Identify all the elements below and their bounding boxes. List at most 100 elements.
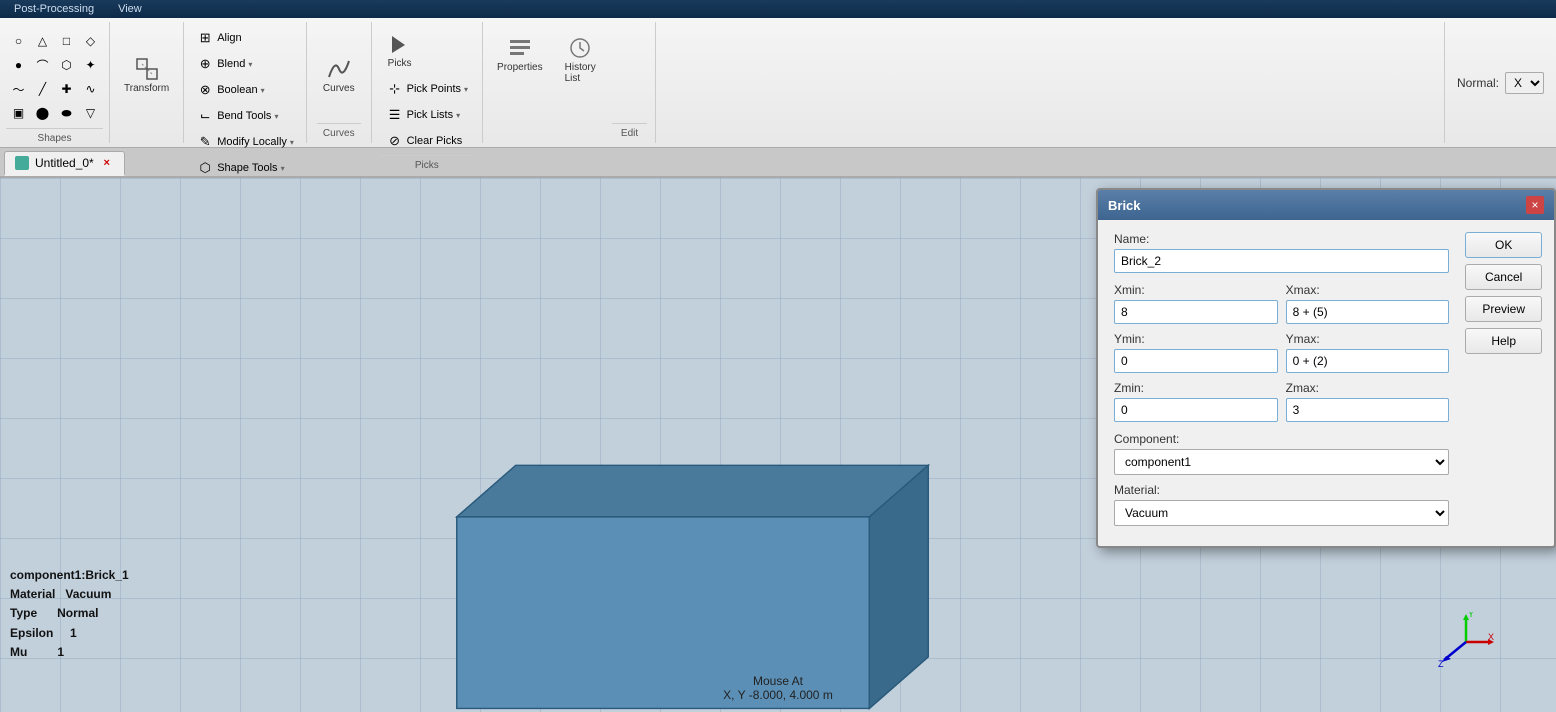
shape-icon-cone[interactable]: ▽	[80, 102, 102, 124]
dialog-titlebar: Brick ×	[1098, 190, 1554, 220]
zmin-group: Zmin:	[1114, 381, 1278, 422]
pick-points-row: ⊹ Pick Points ▾	[380, 77, 474, 101]
pick-points-icon: ⊹	[386, 80, 404, 98]
blend-button[interactable]: ⊕ Blend ▾	[190, 52, 258, 76]
ymin-group: Ymin:	[1114, 332, 1278, 373]
normal-axis-select[interactable]: X Y Z	[1505, 72, 1544, 94]
shape-icon-circle2[interactable]: ●	[8, 54, 30, 76]
pick-points-arrow: ▾	[464, 85, 468, 94]
shape-icon-poly[interactable]: ⬡	[56, 54, 78, 76]
shape-tools-button[interactable]: ⬡ Shape Tools ▾	[190, 156, 290, 180]
pick-points-label: Pick Points	[407, 83, 461, 95]
transform-group: Transform x	[110, 22, 184, 143]
tab-untitled[interactable]: Untitled_0* ×	[4, 151, 125, 176]
shape-icon-curve[interactable]: ∿	[80, 78, 102, 100]
shape-tools-label: Shape Tools	[217, 162, 277, 174]
cancel-button[interactable]: Cancel	[1465, 264, 1542, 290]
main-area: component1:Brick_1 Material Vacuum Type …	[0, 178, 1556, 712]
curves-icon	[325, 55, 353, 83]
ymax-input[interactable]	[1286, 349, 1450, 373]
pick-points-button[interactable]: ⊹ Pick Points ▾	[380, 77, 474, 101]
picks-icon-button[interactable]: Picks	[380, 26, 420, 73]
clear-picks-button[interactable]: ⊘ Clear Picks	[380, 129, 469, 153]
clear-picks-icon: ⊘	[386, 132, 404, 150]
properties-label: Properties	[497, 62, 543, 73]
menu-post-processing[interactable]: Post-Processing	[10, 1, 98, 17]
material-label: Material:	[1114, 483, 1449, 497]
shape-icon-circle[interactable]: ○	[8, 30, 30, 52]
shape-icon-line[interactable]: ╱	[32, 78, 54, 100]
history-list-icon	[566, 34, 594, 62]
pick-lists-label: Pick Lists	[407, 109, 453, 121]
ymin-input[interactable]	[1114, 349, 1278, 373]
shape-icon-cross[interactable]: ✚	[56, 78, 78, 100]
shape-icon-box[interactable]: ▣	[8, 102, 30, 124]
bend-tools-icon: ⌙	[196, 107, 214, 125]
brick-dialog[interactable]: Brick × Name: Xmin:	[1096, 188, 1556, 548]
zmax-group: Zmax:	[1286, 381, 1450, 422]
pick-lists-row: ☰ Pick Lists ▾	[380, 103, 474, 127]
material-select[interactable]: Vacuum	[1114, 500, 1449, 526]
clear-picks-label: Clear Picks	[407, 135, 463, 147]
dialog-actions: OK Cancel Preview Help	[1461, 220, 1554, 546]
curves-label: Curves	[323, 83, 355, 94]
preview-button[interactable]: Preview	[1465, 296, 1542, 322]
bend-tools-label: Bend Tools	[217, 110, 271, 122]
ymin-label: Ymin:	[1114, 332, 1278, 346]
shape-icon-rect[interactable]: □	[56, 30, 78, 52]
xmin-group: Xmin:	[1114, 283, 1278, 324]
modify-locally-icon: ✎	[196, 133, 214, 151]
tab-close-button[interactable]: ×	[100, 156, 114, 170]
viewport[interactable]: component1:Brick_1 Material Vacuum Type …	[0, 178, 1556, 712]
shape-icon-arc[interactable]: ⌒	[32, 54, 54, 76]
align-button[interactable]: ⊞ Align	[190, 26, 247, 50]
name-field-group: Name:	[1114, 232, 1449, 273]
name-input[interactable]	[1114, 249, 1449, 273]
bend-tools-dropdown-arrow: ▾	[274, 112, 278, 121]
align-icon: ⊞	[196, 29, 214, 47]
zmax-input[interactable]	[1286, 398, 1450, 422]
curves-button[interactable]: Curves	[317, 51, 361, 98]
transform-button[interactable]: Transform	[118, 51, 175, 98]
status-epsilon: Epsilon 1	[10, 624, 129, 643]
tools-group: ⊞ Align ⊕ Blend ▾ ⊗ Boolean ▾ ⌙ Bend Too…	[184, 22, 307, 143]
component-select[interactable]: component1	[1114, 449, 1449, 475]
pick-lists-button[interactable]: ☰ Pick Lists ▾	[380, 103, 466, 127]
modify-locally-button[interactable]: ✎ Modify Locally ▾	[190, 130, 300, 154]
blend-dropdown-arrow: ▾	[248, 60, 252, 69]
status-mu: Mu 1	[10, 643, 129, 662]
ok-button[interactable]: OK	[1465, 232, 1542, 258]
xmin-input[interactable]	[1114, 300, 1278, 324]
help-button[interactable]: Help	[1465, 328, 1542, 354]
tools-row-6: ⬡ Shape Tools ▾	[190, 156, 300, 180]
curves-group: Curves Curves	[307, 22, 372, 143]
history-list-button[interactable]: History List	[559, 30, 602, 88]
shape-icon-cyl[interactable]: ⬬	[56, 102, 78, 124]
edit-group: Properties History List Edit	[483, 22, 656, 143]
menu-view[interactable]: View	[114, 1, 146, 17]
xmax-input[interactable]	[1286, 300, 1450, 324]
bend-tools-button[interactable]: ⌙ Bend Tools ▾	[190, 104, 284, 128]
xmax-label: Xmax:	[1286, 283, 1450, 297]
dialog-close-button[interactable]: ×	[1526, 196, 1544, 214]
tab-label: Untitled_0*	[35, 156, 94, 170]
modify-locally-dropdown-arrow: ▾	[290, 138, 294, 147]
properties-button[interactable]: Properties	[491, 30, 549, 77]
y-row: Ymin: Ymax:	[1114, 332, 1449, 373]
mouse-position: Mouse At X, Y -8.000, 4.000 m	[723, 674, 833, 702]
shapes-group: ○ △ □ ◇ ● ⌒ ⬡ ✦ 〜 ╱ ✚ ∿ ▣ ⬤ ⬬ ▽ Shapes	[0, 22, 110, 143]
shape-icon-triangle[interactable]: △	[32, 30, 54, 52]
tools-row-3: ⊗ Boolean ▾	[190, 78, 300, 102]
shape-icon-sphere[interactable]: ⬤	[32, 102, 54, 124]
zmin-input[interactable]	[1114, 398, 1278, 422]
picks-group-label: Picks	[380, 155, 474, 171]
shape-icon-star[interactable]: ✦	[80, 54, 102, 76]
boolean-label: Boolean	[217, 84, 257, 96]
shape-icon-wave[interactable]: 〜	[8, 78, 30, 100]
blend-label: Blend	[217, 58, 245, 70]
boolean-button[interactable]: ⊗ Boolean ▾	[190, 78, 270, 102]
x-row: Xmin: Xmax:	[1114, 283, 1449, 324]
blend-icon: ⊕	[196, 55, 214, 73]
shape-icon-diamond[interactable]: ◇	[80, 30, 102, 52]
transform-label: Transform	[124, 83, 169, 94]
